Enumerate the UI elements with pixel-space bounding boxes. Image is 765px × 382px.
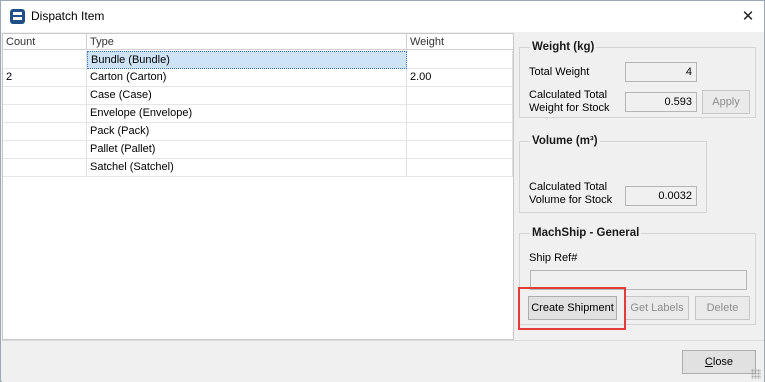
cell-count[interactable] bbox=[3, 51, 87, 69]
cell-weight[interactable] bbox=[407, 159, 513, 177]
cell-count[interactable] bbox=[3, 105, 87, 123]
table-row[interactable]: Satchel (Satchel) bbox=[3, 159, 513, 177]
app-logo-icon bbox=[10, 9, 25, 24]
cell-type[interactable]: Envelope (Envelope) bbox=[87, 105, 407, 123]
machship-group-title: MachShip - General bbox=[530, 227, 642, 239]
cell-type[interactable]: Pallet (Pallet) bbox=[87, 141, 407, 159]
delete-button[interactable]: Delete bbox=[695, 296, 750, 320]
cell-weight[interactable] bbox=[407, 123, 513, 141]
volume-group-title: Volume (m³) bbox=[530, 135, 600, 147]
weight-group-title: Weight (kg) bbox=[530, 41, 597, 53]
cell-type[interactable]: Satchel (Satchel) bbox=[87, 159, 407, 177]
table-row[interactable]: Case (Case) bbox=[3, 87, 513, 105]
total-weight-field: 4 bbox=[625, 62, 697, 82]
table-row[interactable]: Pallet (Pallet) bbox=[3, 141, 513, 159]
calc-weight-field: 0.593 bbox=[625, 92, 697, 112]
table-row[interactable]: Bundle (Bundle) bbox=[3, 51, 513, 69]
title-bar: Dispatch Item ✕ bbox=[1, 1, 764, 32]
get-labels-button[interactable]: Get Labels bbox=[625, 296, 689, 320]
calc-volume-field: 0.0032 bbox=[625, 186, 697, 206]
total-weight-label: Total Weight bbox=[529, 66, 590, 78]
volume-group: Volume (m³) Calculated Total Volume for … bbox=[519, 135, 707, 213]
apply-button[interactable]: Apply bbox=[702, 90, 750, 114]
side-panel: Weight (kg) Total Weight 4 Calculated To… bbox=[515, 33, 764, 340]
cell-weight[interactable] bbox=[407, 51, 513, 69]
cell-weight[interactable] bbox=[407, 87, 513, 105]
cell-type[interactable]: Case (Case) bbox=[87, 87, 407, 105]
cell-count[interactable] bbox=[3, 123, 87, 141]
table-row[interactable]: Envelope (Envelope) bbox=[3, 105, 513, 123]
calc-weight-label-line1: Calculated Total bbox=[529, 89, 608, 101]
footer-bar: Close bbox=[2, 340, 764, 382]
dispatch-type-grid[interactable]: Count Type Weight Bundle (Bundle) 2 Carton… bbox=[2, 33, 514, 340]
calc-volume-label-line1: Calculated Total bbox=[529, 181, 608, 193]
weight-group: Weight (kg) Total Weight 4 Calculated To… bbox=[519, 41, 756, 118]
close-button-mnemonic: C bbox=[704, 356, 713, 368]
cell-type[interactable]: Pack (Pack) bbox=[87, 123, 407, 141]
cell-type[interactable]: Carton (Carton) bbox=[87, 69, 407, 87]
grid-header: Count Type Weight bbox=[3, 34, 513, 50]
ship-ref-label: Ship Ref# bbox=[529, 252, 578, 264]
calc-weight-label-line2: Weight for Stock bbox=[529, 102, 610, 114]
dispatch-item-window: Dispatch Item ✕ Count Type Weight Bundle… bbox=[0, 0, 765, 382]
cell-type[interactable]: Bundle (Bundle) bbox=[87, 51, 407, 69]
cell-weight[interactable]: 2.00 bbox=[407, 69, 513, 87]
cell-count[interactable]: 2 bbox=[3, 69, 87, 87]
table-row[interactable]: 2 Carton (Carton) 2.00 bbox=[3, 69, 513, 87]
column-header-count[interactable]: Count bbox=[3, 34, 87, 50]
cell-count[interactable] bbox=[3, 141, 87, 159]
resize-grip[interactable] bbox=[751, 369, 761, 379]
window-title: Dispatch Item bbox=[31, 9, 105, 23]
calc-volume-label-line2: Volume for Stock bbox=[529, 194, 613, 206]
cell-weight[interactable] bbox=[407, 141, 513, 159]
create-shipment-highlight bbox=[518, 287, 626, 330]
column-header-type[interactable]: Type bbox=[87, 34, 407, 50]
close-button-label: lose bbox=[712, 356, 734, 368]
close-icon[interactable]: ✕ bbox=[739, 7, 757, 25]
cell-count[interactable] bbox=[3, 159, 87, 177]
close-button[interactable]: Close bbox=[682, 350, 756, 374]
table-row[interactable]: Pack (Pack) bbox=[3, 123, 513, 141]
cell-count[interactable] bbox=[3, 87, 87, 105]
cell-weight[interactable] bbox=[407, 105, 513, 123]
column-header-weight[interactable]: Weight bbox=[407, 34, 513, 50]
